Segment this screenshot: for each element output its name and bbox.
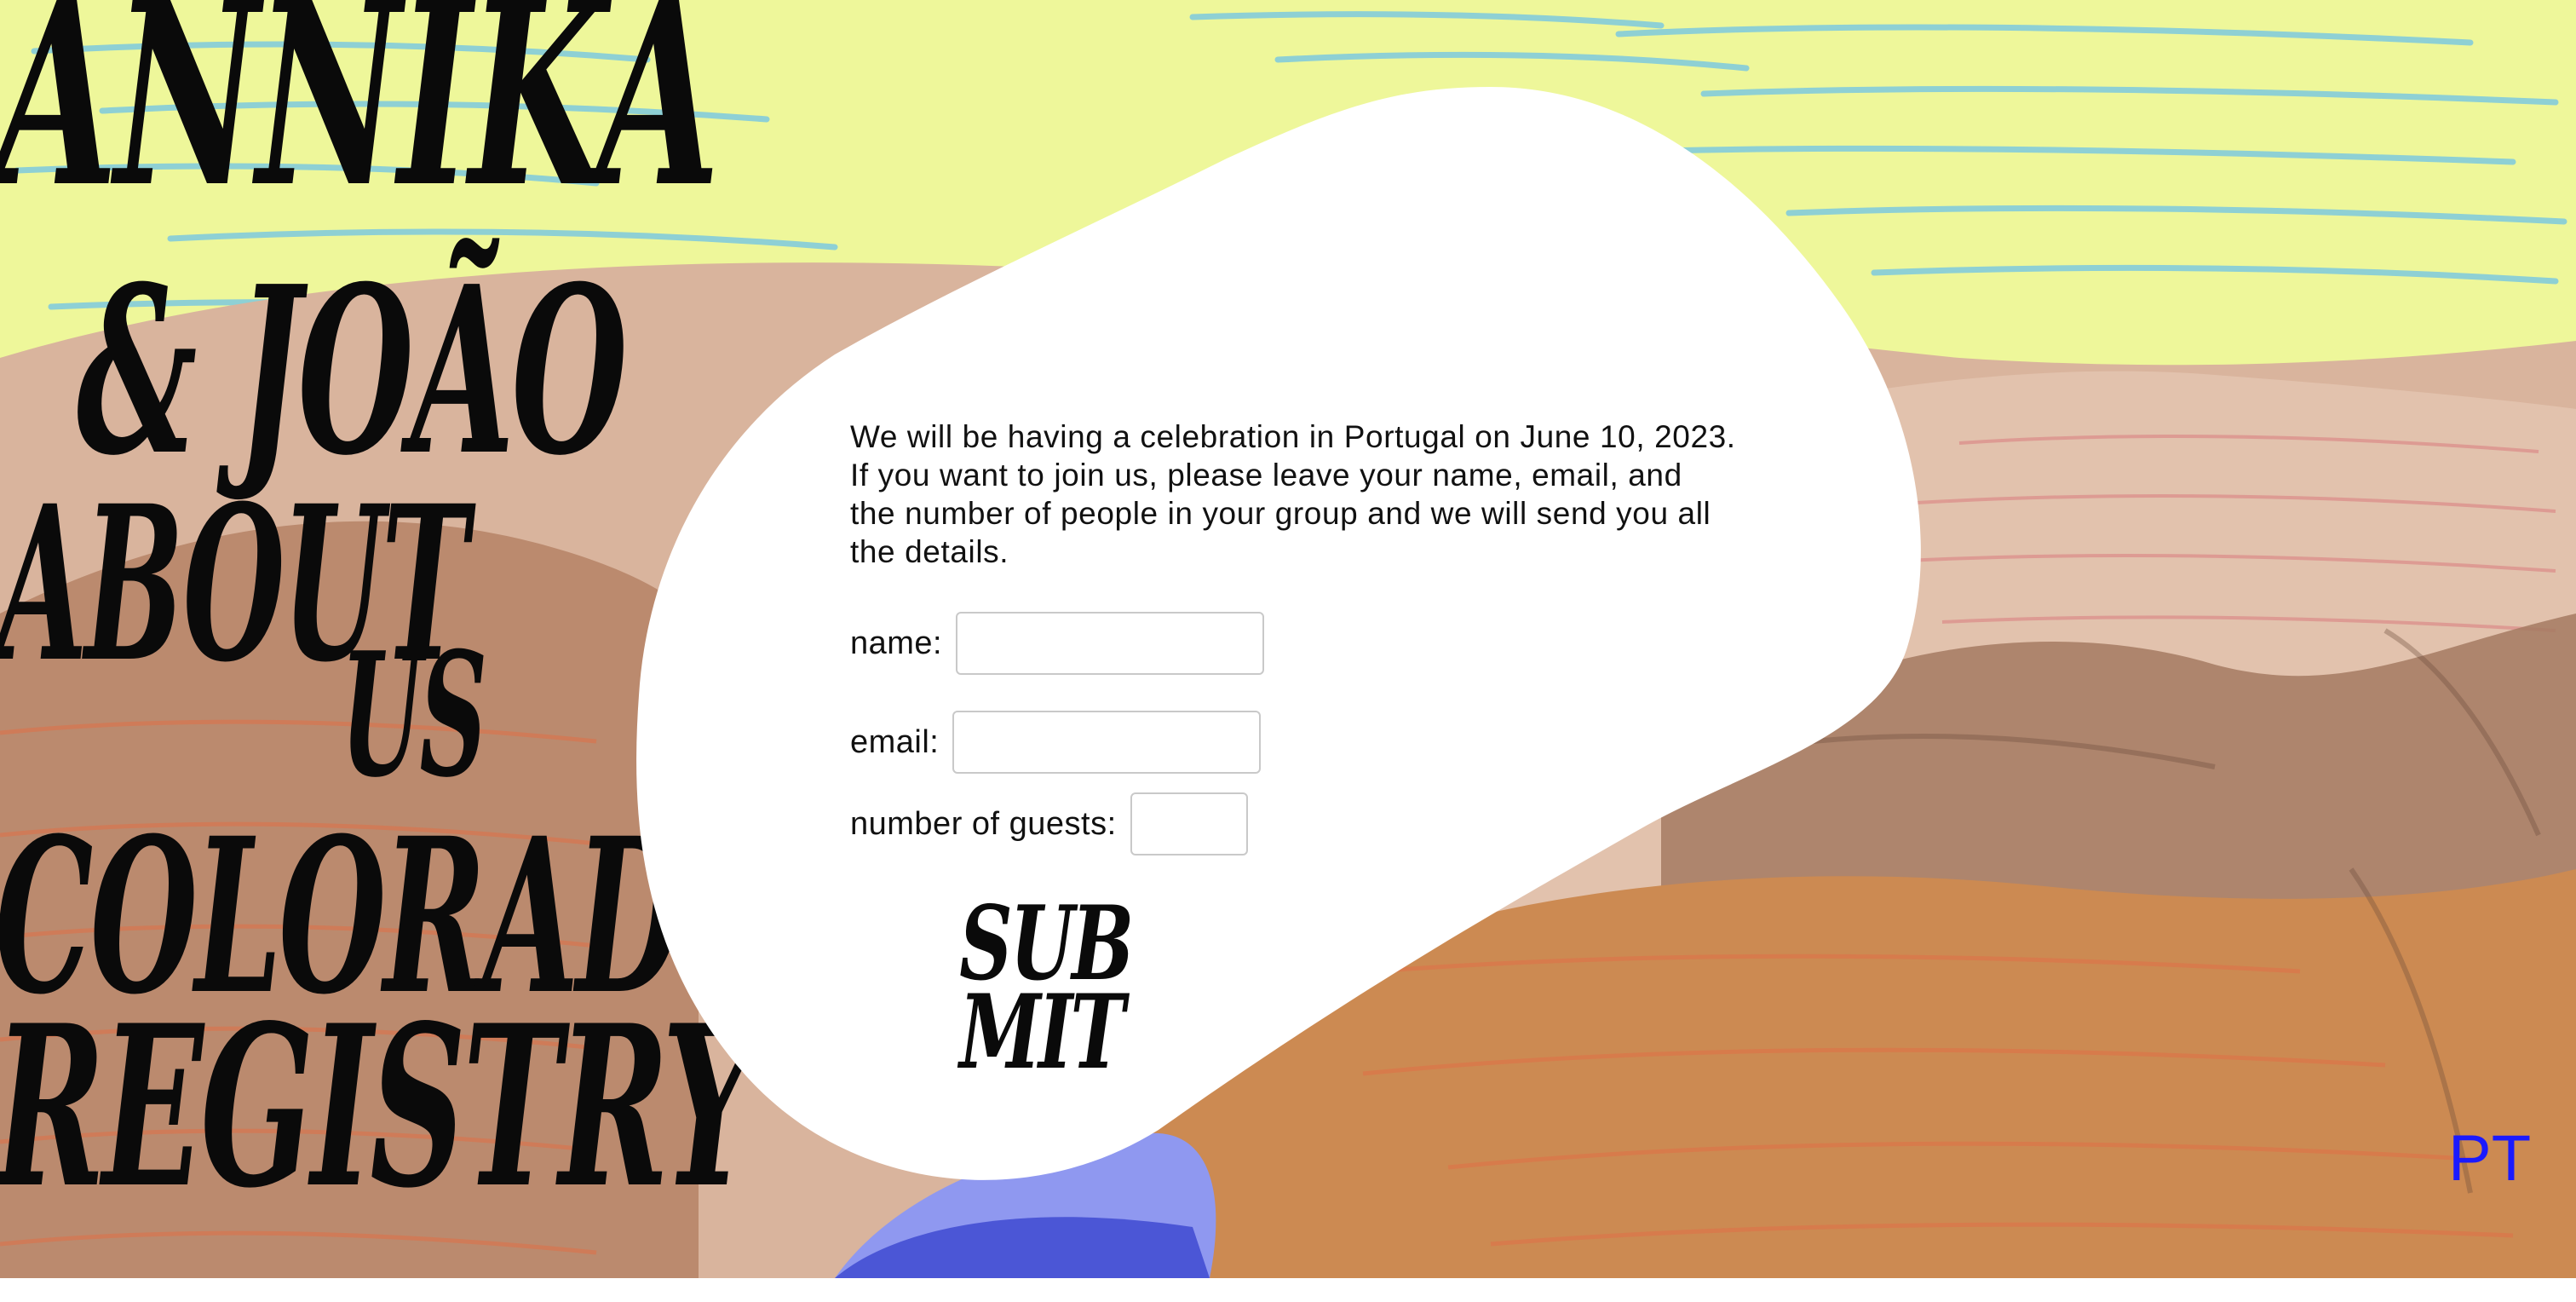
name-label: name: xyxy=(850,625,943,661)
email-label: email: xyxy=(850,723,940,760)
name-input[interactable] xyxy=(956,612,1265,675)
form-card-blob xyxy=(636,87,1921,1180)
language-toggle-link[interactable]: PT xyxy=(2448,1126,2531,1191)
guests-field-row: number of guests: xyxy=(850,792,1248,856)
email-field-row: email: xyxy=(850,711,1262,774)
page: ANNIKA & JOÃO ABOUT US COLORADO REGISTRY… xyxy=(0,0,2576,1302)
guests-label: number of guests: xyxy=(850,805,1117,842)
nav-link-names[interactable]: ANNIKA xyxy=(0,0,720,222)
nav-link-about-second-line[interactable]: US xyxy=(341,631,487,801)
guests-input[interactable] xyxy=(1130,792,1248,856)
rsvp-intro-text: We will be having a celebration in Portu… xyxy=(850,419,1736,569)
email-input[interactable] xyxy=(952,711,1262,774)
nav-link-names-second-line[interactable]: & JOÃO xyxy=(77,256,628,486)
name-field-row: name: xyxy=(850,612,1265,675)
rsvp-form: We will be having a celebration in Portu… xyxy=(850,418,1736,1084)
submit-label-line2: MIT xyxy=(959,972,1125,1092)
submit-button[interactable]: SUB MIT xyxy=(932,893,1134,1092)
